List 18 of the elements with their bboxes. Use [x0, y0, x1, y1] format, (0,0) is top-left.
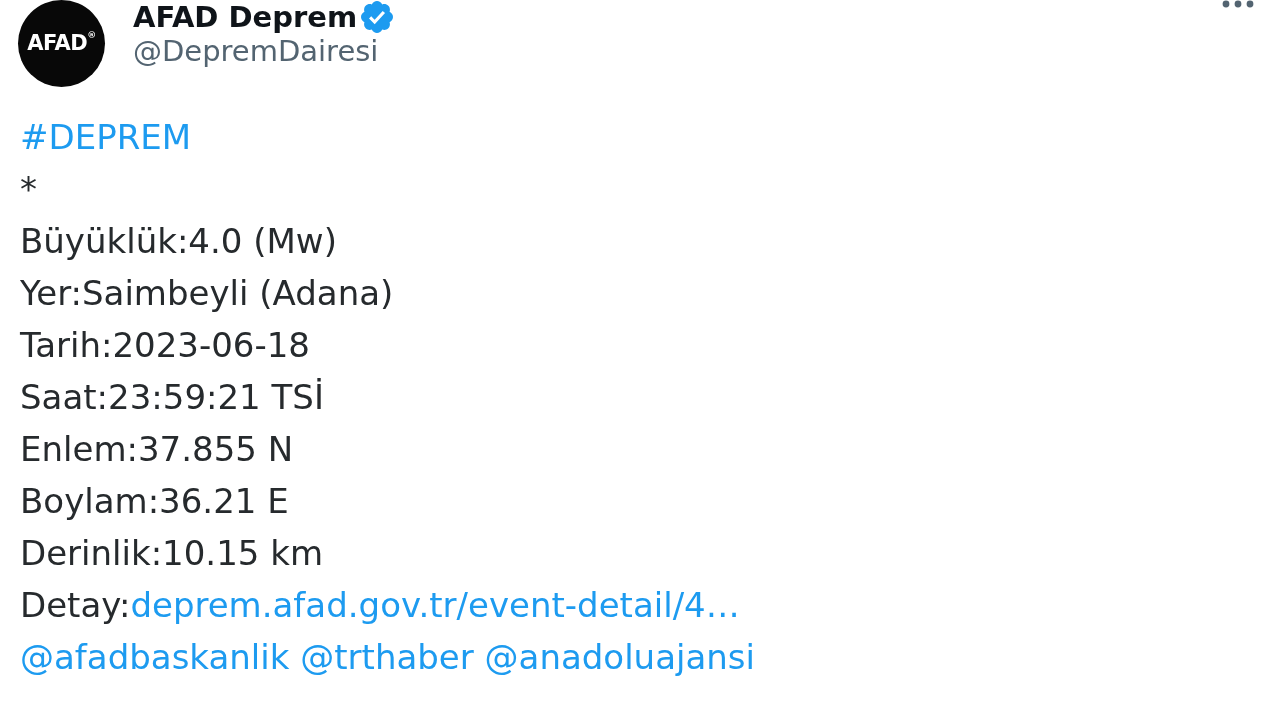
tweet-text: Yer:Saimbeyli (Adana)	[20, 273, 394, 313]
account-name[interactable]: AFAD Deprem	[133, 0, 358, 34]
hashtag-link[interactable]: #DEPREM	[20, 117, 192, 157]
tweet-text: Derinlik:10.15 km	[20, 533, 324, 573]
more-icon[interactable]	[1222, 0, 1254, 8]
tweet-text: Enlem:37.855 N	[20, 429, 294, 469]
account-handle[interactable]: @DepremDairesi	[133, 34, 394, 68]
mention-link[interactable]: @trthaber	[300, 637, 474, 677]
url-link[interactable]: deprem.afad.gov.tr/event-detail/4…	[130, 585, 740, 625]
tweet-text: Tarih:2023-06-18	[20, 325, 310, 365]
mention-link[interactable]: @afadbaskanlik	[20, 637, 290, 677]
mention-link[interactable]: @anadoluajansi	[484, 637, 755, 677]
tweet-text: *	[20, 169, 37, 209]
avatar-logo: AFAD$^{®}$	[18, 0, 105, 87]
tweet-text: Detay:	[20, 585, 131, 625]
tweet-text: Saat:23:59:21 TSİ	[20, 377, 324, 417]
tweet-text: Boylam:36.21 E	[20, 481, 289, 521]
tweet-text: Büyüklük:4.0 (Mw)	[20, 221, 337, 261]
